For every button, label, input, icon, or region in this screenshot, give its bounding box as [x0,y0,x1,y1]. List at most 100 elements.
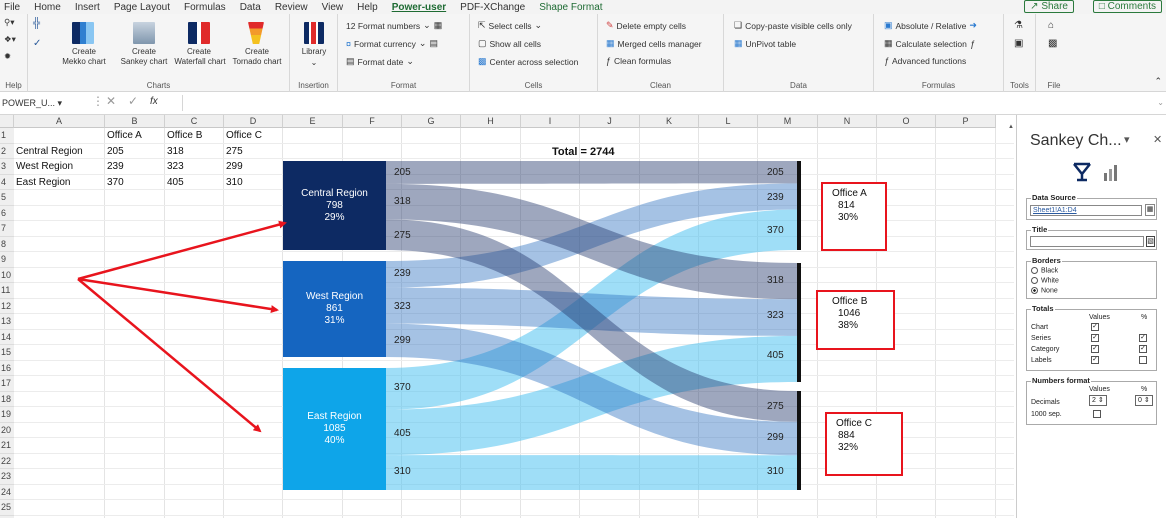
menu-tab-help[interactable]: Help [357,2,378,13]
row-header-12[interactable]: 12 [0,298,14,314]
info-icon[interactable]: ❖▾ [4,34,16,45]
cell-D4[interactable]: 310 [226,177,243,188]
menu-tab-review[interactable]: Review [275,2,308,13]
row-header-22[interactable]: 22 [0,453,14,469]
radio-button[interactable] [1031,277,1038,284]
sankey-logo-icon[interactable] [1071,160,1093,182]
select-all-corner[interactable] [0,115,14,128]
menu-tab-pdf-xchange[interactable]: PDF-XChange [460,2,525,13]
cancel-icon[interactable]: ✕ [106,94,116,108]
pane-options-icon[interactable]: ▾ [1124,133,1130,146]
radio-button-selected[interactable] [1031,287,1038,294]
menu-tab-power-user[interactable]: Power-user [392,2,446,13]
column-header-L[interactable]: L [699,115,758,128]
range-picker-icon[interactable]: ▦ [1145,204,1155,216]
merged-cells-manager-button[interactable]: ▦ Merged cells manager [606,38,702,49]
radio-button[interactable] [1031,267,1038,274]
menu-tab-home[interactable]: Home [34,2,61,13]
column-header-N[interactable]: N [818,115,877,128]
fx-icon[interactable]: fx [150,96,158,107]
cell-C1[interactable]: Office B [167,130,202,141]
chart-small-icon[interactable]: ╬ [33,18,40,29]
row-header-7[interactable]: 7 [0,221,14,237]
column-header-H[interactable]: H [461,115,521,128]
cell-D3[interactable]: 299 [226,161,243,172]
cell-D2[interactable]: 275 [226,146,243,157]
row-header-1[interactable]: 1 [0,128,14,144]
menu-tab-data[interactable]: Data [240,2,261,13]
column-header-K[interactable]: K [640,115,699,128]
row-header-16[interactable]: 16 [0,360,14,376]
row-header-18[interactable]: 18 [0,391,14,407]
search-icon[interactable]: ⚲▾ [4,17,15,28]
tools-icon[interactable]: ⚗ [1014,20,1023,31]
checkbox-checked[interactable]: ✓ [1091,345,1099,353]
menu-tab-shape-format[interactable]: Shape Format [539,2,602,13]
checkbox-checked[interactable]: ✓ [1139,345,1147,353]
row-header-2[interactable]: 2 [0,143,14,159]
formula-input[interactable] [182,95,1156,111]
data-source-input[interactable]: Sheet1!A1:D4 [1030,205,1142,216]
row-header-11[interactable]: 11 [0,283,14,299]
calculate-selection-button[interactable]: ▦ Calculate selection ƒ [884,38,975,49]
row-header-13[interactable]: 13 [0,314,14,330]
cell-A3[interactable]: West Region [16,161,73,172]
row-header-15[interactable]: 15 [0,345,14,361]
row-header-17[interactable]: 17 [0,376,14,392]
name-box[interactable]: POWER_U... ▾ [0,96,76,111]
close-icon[interactable]: ✕ [1153,133,1162,146]
menu-tab-page-layout[interactable]: Page Layout [114,2,170,13]
menu-tab-file[interactable]: File [4,2,20,13]
checkbox-unchecked[interactable] [1093,410,1101,418]
advanced-functions-button[interactable]: ƒ Advanced functions [884,56,966,66]
row-header-10[interactable]: 10 [0,267,14,283]
cell-A2[interactable]: Central Region [16,146,83,157]
title-input[interactable] [1030,236,1144,247]
row-header-19[interactable]: 19 [0,407,14,423]
row-header-25[interactable]: 25 [0,500,14,516]
folder-icon[interactable]: ▩ [1048,38,1057,49]
node-central-region[interactable]: Central Region 798 29% [283,161,386,250]
column-header-J[interactable]: J [580,115,640,128]
column-header-D[interactable]: D [224,115,283,128]
cell-C4[interactable]: 405 [167,177,184,188]
menu-tab-view[interactable]: View [322,2,344,13]
row-header-5[interactable]: 5 [0,190,14,206]
column-header-O[interactable]: O [877,115,936,128]
node-east-region[interactable]: East Region 1085 40% [283,368,386,490]
cell-A4[interactable]: East Region [16,177,70,188]
cell-D1[interactable]: Office C [226,130,262,141]
row-header-9[interactable]: 9 [0,252,14,268]
share-button[interactable]: ↗ Share [1024,0,1074,13]
row-header-6[interactable]: 6 [0,205,14,221]
column-header-M[interactable]: M [758,115,818,128]
delete-empty-cells-button[interactable]: ✎ Delete empty cells [606,20,686,31]
row-header-8[interactable]: 8 [0,236,14,252]
comments-button[interactable]: □ Comments [1092,0,1162,13]
center-across-button[interactable]: ▩ Center across selection [478,56,578,67]
border-option-none[interactable]: None [1031,287,1058,294]
column-header-I[interactable]: I [521,115,580,128]
column-header-F[interactable]: F [343,115,402,128]
menu-tab-insert[interactable]: Insert [75,2,100,13]
row-header-3[interactable]: 3 [0,159,14,175]
format-numbers-button[interactable]: 12 Format numbers ⌄ ▦ [346,20,442,31]
column-header-A[interactable]: A [14,115,105,128]
clean-formulas-button[interactable]: ƒ Clean formulas [606,56,671,66]
cell-C2[interactable]: 318 [167,146,184,157]
scroll-up-icon[interactable]: ▲ [1008,124,1016,134]
menu-tab-formulas[interactable]: Formulas [184,2,226,13]
column-header-G[interactable]: G [402,115,461,128]
row-header-4[interactable]: 4 [0,174,14,190]
collapse-ribbon-icon[interactable]: ⌃ [1154,76,1162,87]
checkbox-checked[interactable]: ✓ [1091,356,1099,364]
cell-B4[interactable]: 370 [107,177,124,188]
column-header-C[interactable]: C [165,115,224,128]
checkbox-checked[interactable]: ✓ [1091,334,1099,342]
office-a-label-box[interactable]: Office A 814 30% [821,182,887,251]
unpivot-table-button[interactable]: ▦ UnPivot table [734,38,796,49]
border-option-black[interactable]: Black [1031,267,1058,274]
cell-B1[interactable]: Office A [107,130,142,141]
format-date-button[interactable]: ▤ Format date ⌄ [346,56,414,67]
row-header-21[interactable]: 21 [0,438,14,454]
